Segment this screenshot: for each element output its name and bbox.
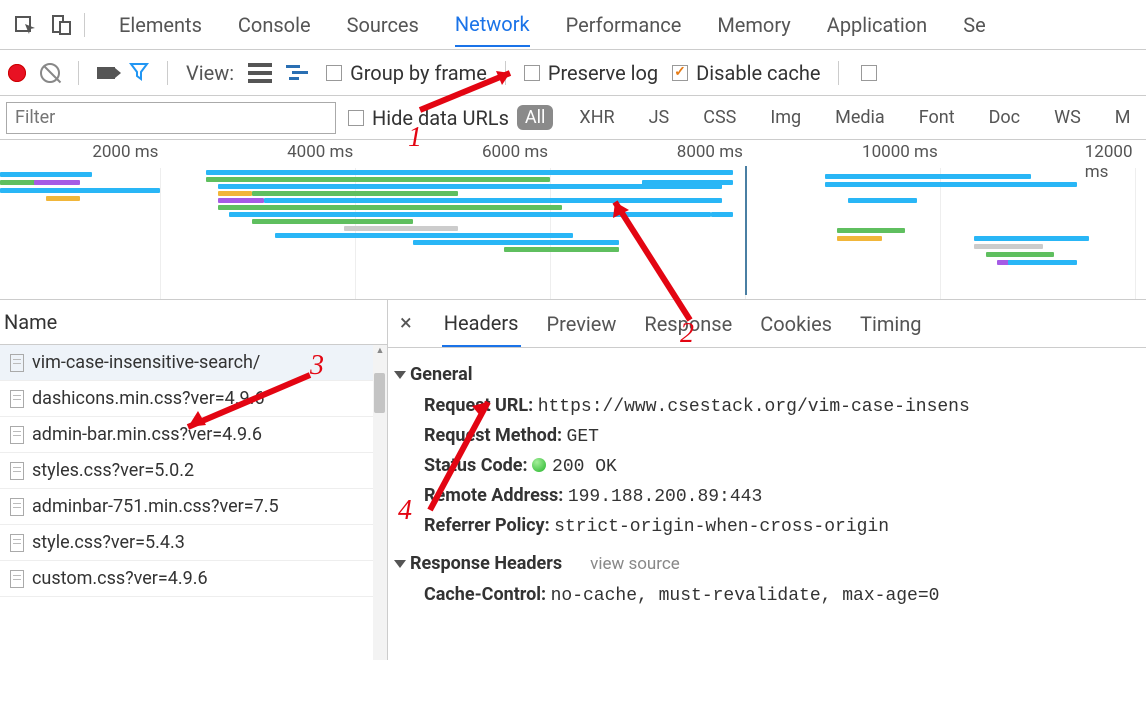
scroll-thumb[interactable] (374, 373, 385, 413)
request-row[interactable]: adminbar-751.min.css?ver=7.5 (0, 489, 387, 525)
tab-elements[interactable]: Elements (119, 3, 202, 47)
document-icon (10, 498, 24, 516)
request-row[interactable]: style.css?ver=5.4.3 (0, 525, 387, 561)
scroll-up-icon[interactable]: ▲ (373, 345, 387, 356)
tab-cookies[interactable]: Cookies (758, 302, 834, 346)
network-toolbar: View: Group by frame Preserve log Disabl… (0, 50, 1146, 96)
tab-timing[interactable]: Timing (858, 302, 923, 346)
headers-body: General Request URL: https://www.csestac… (388, 348, 1146, 620)
clear-button[interactable] (40, 63, 60, 83)
name-column-header[interactable]: Name (0, 300, 387, 345)
waterfall-overview[interactable]: 2000 ms 4000 ms 6000 ms 8000 ms 10000 ms… (0, 140, 1146, 300)
tab-network[interactable]: Network (455, 2, 530, 47)
detail-pane: × Headers Preview Response Cookies Timin… (388, 300, 1146, 660)
tab-console[interactable]: Console (238, 3, 311, 47)
request-row[interactable]: admin-bar.min.css?ver=4.9.6 (0, 417, 387, 453)
checkbox-icon[interactable] (861, 65, 877, 81)
filter-font[interactable]: Font (911, 105, 963, 130)
devtools-tab-bar: Elements Console Sources Network Perform… (0, 0, 1146, 50)
timeline-bars (0, 170, 1146, 291)
filter-all[interactable]: All (517, 105, 554, 130)
checkbox-icon[interactable] (326, 65, 342, 81)
cache-control-row: Cache-Control: no-cache, must-revalidate… (394, 580, 1140, 610)
preserve-log[interactable]: Preserve log (524, 61, 658, 85)
filter-input[interactable] (6, 102, 336, 134)
request-row[interactable]: vim-case-insensitive-search/ (0, 345, 387, 381)
group-by-frame[interactable]: Group by frame (326, 61, 487, 85)
separator (505, 61, 506, 85)
filter-media[interactable]: Media (827, 105, 893, 130)
filter-css[interactable]: CSS (695, 105, 744, 130)
status-code-row: Status Code: 200 OK (394, 451, 1140, 481)
checkbox-icon[interactable] (524, 65, 540, 81)
tab-sources[interactable]: Sources (347, 3, 419, 47)
annotation-number: 4 (398, 495, 412, 527)
request-row[interactable]: styles.css?ver=5.0.2 (0, 453, 387, 489)
filter-img[interactable]: Img (762, 105, 809, 130)
response-headers-section[interactable]: Response Headers (394, 547, 562, 580)
tick-label: 4000 ms (287, 142, 355, 162)
disable-cache[interactable]: Disable cache (672, 61, 820, 85)
tick-label: 10000 ms (862, 142, 940, 162)
scrollbar[interactable]: ▲ (373, 345, 387, 660)
resource-type-filters: All XHR JS CSS Img Media Font Doc WS M (509, 105, 1139, 130)
request-url-row: Request URL: https://www.csestack.org/vi… (394, 391, 1140, 421)
tick-label: 8000 ms (677, 142, 745, 162)
request-row[interactable]: dashicons.min.css?ver=4.9.6 (0, 381, 387, 417)
filter-xhr[interactable]: XHR (571, 105, 622, 130)
requests-pane: Name vim-case-insensitive-search/ dashic… (0, 300, 388, 660)
details-split: Name vim-case-insensitive-search/ dashic… (0, 300, 1146, 660)
filter-ws[interactable]: WS (1046, 105, 1089, 130)
tab-memory[interactable]: Memory (717, 3, 790, 47)
view-label: View: (186, 61, 234, 85)
tab-overflow[interactable]: Se (963, 3, 985, 47)
annotation-number: 2 (680, 318, 694, 350)
filter-icon[interactable] (129, 61, 149, 84)
view-waterfall-icon[interactable] (286, 63, 312, 83)
tab-headers[interactable]: Headers (442, 301, 521, 347)
tab-application[interactable]: Application (827, 3, 927, 47)
view-source-link[interactable]: view source (590, 554, 680, 574)
checkbox-icon[interactable] (672, 65, 688, 81)
document-icon (10, 390, 24, 408)
separator (167, 61, 168, 85)
checkbox-icon[interactable] (348, 110, 364, 126)
request-row[interactable]: custom.css?ver=4.9.6 (0, 561, 387, 597)
document-icon (10, 570, 24, 588)
filter-js[interactable]: JS (641, 105, 678, 130)
hide-data-urls[interactable]: Hide data URLs (348, 106, 509, 130)
camera-icon[interactable] (97, 67, 115, 79)
tick-label: 2000 ms (92, 142, 160, 162)
view-list-icon[interactable] (248, 63, 272, 83)
disclosure-triangle-icon[interactable] (394, 560, 406, 568)
inspect-element-icon[interactable] (14, 13, 38, 37)
record-button[interactable] (8, 64, 26, 82)
separator (84, 13, 85, 37)
disclosure-triangle-icon[interactable] (394, 371, 406, 379)
close-icon[interactable]: × (394, 311, 418, 336)
remote-address-row: Remote Address: 199.188.200.89:443 (394, 481, 1140, 511)
tab-preview[interactable]: Preview (545, 302, 619, 346)
filter-doc[interactable]: Doc (981, 105, 1029, 130)
referrer-policy-row: Referrer Policy: strict-origin-when-cros… (394, 511, 1140, 541)
tab-performance[interactable]: Performance (566, 3, 682, 47)
tick-label: 6000 ms (482, 142, 550, 162)
document-icon (10, 426, 24, 444)
document-icon (10, 534, 24, 552)
annotation-number: 1 (408, 122, 422, 154)
document-icon (10, 354, 24, 372)
request-method-row: Request Method: GET (394, 421, 1140, 451)
separator (78, 61, 79, 85)
separator (838, 61, 839, 85)
filter-row: Hide data URLs All XHR JS CSS Img Media … (0, 96, 1146, 140)
requests-list[interactable]: vim-case-insensitive-search/ dashicons.m… (0, 345, 387, 660)
detail-tabs: × Headers Preview Response Cookies Timin… (388, 300, 1146, 348)
annotation-number: 3 (310, 350, 324, 382)
status-dot-icon (532, 458, 546, 472)
device-toolbar-icon[interactable] (50, 13, 74, 37)
filter-overflow[interactable]: M (1107, 105, 1139, 130)
document-icon (10, 462, 24, 480)
general-section[interactable]: General (394, 358, 1140, 391)
time-ruler: 2000 ms 4000 ms 6000 ms 8000 ms 10000 ms… (0, 140, 1146, 168)
